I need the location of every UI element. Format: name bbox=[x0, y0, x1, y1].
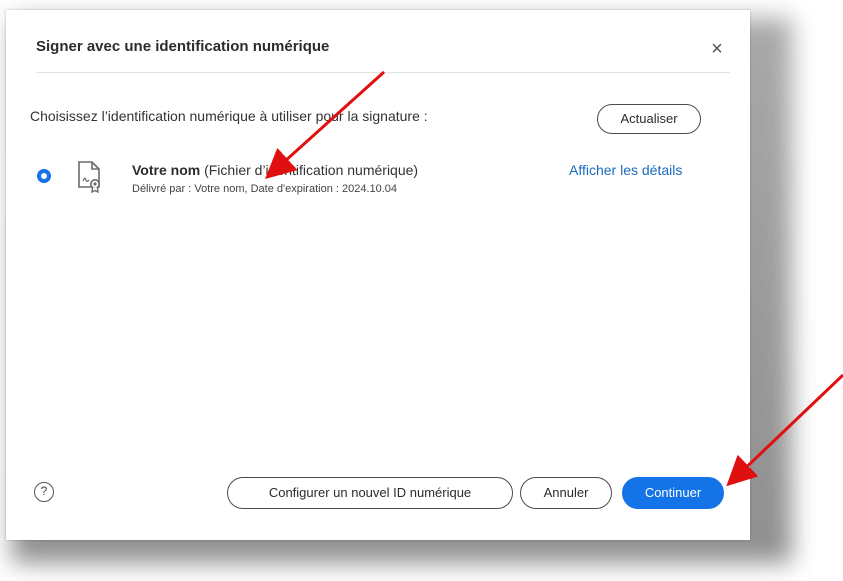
annotation-overlay bbox=[265, 70, 843, 487]
annotation-arrow-icon bbox=[726, 373, 843, 487]
annotation-arrow-icon bbox=[265, 70, 386, 180]
